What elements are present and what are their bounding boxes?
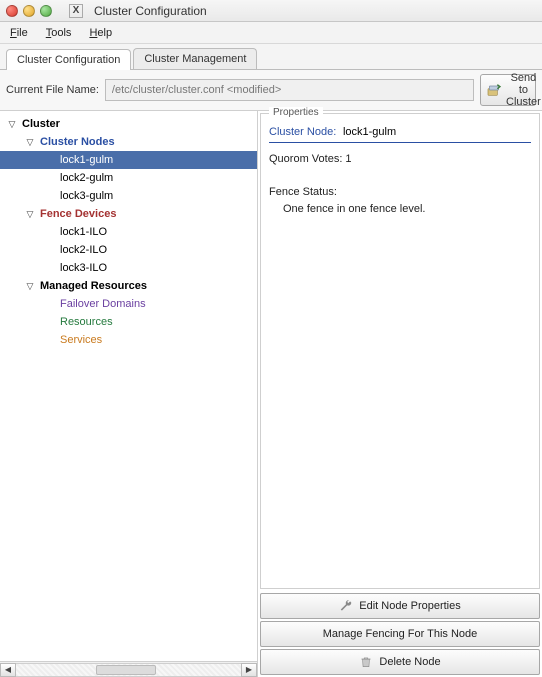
- wrench-icon: [339, 599, 353, 613]
- window-title: Cluster Configuration: [94, 4, 207, 18]
- chevron-down-icon[interactable]: ▽: [6, 119, 18, 130]
- menu-tools[interactable]: Tools: [46, 27, 72, 39]
- tree-fence-lock2-ilo[interactable]: lock2-ILO: [0, 241, 257, 259]
- cluster-tree[interactable]: ▽ Cluster ▽ Cluster Nodes lock1-gulm loc…: [0, 111, 257, 661]
- properties-body: Quorom Votes: 1 Fence Status: One fence …: [269, 151, 531, 582]
- scroll-track[interactable]: [16, 663, 241, 677]
- tree-pane: ▽ Cluster ▽ Cluster Nodes lock1-gulm loc…: [0, 111, 258, 677]
- tree-fence-lock1-ilo[interactable]: lock1-ILO: [0, 223, 257, 241]
- tree-horizontal-scrollbar[interactable]: ◀ ▶: [0, 661, 257, 677]
- fence-status-value: One fence in one fence level.: [269, 201, 531, 218]
- current-file-input[interactable]: [105, 79, 474, 101]
- tree-node-lock2-gulm[interactable]: lock2-gulm: [0, 169, 257, 187]
- properties-box: Properties Cluster Node: lock1-gulm Quor…: [260, 113, 540, 589]
- tree-node-lock3-gulm[interactable]: lock3-gulm: [0, 187, 257, 205]
- manage-fencing-button[interactable]: Manage Fencing For This Node: [260, 621, 540, 647]
- chevron-down-icon[interactable]: ▽: [24, 137, 36, 148]
- quorum-votes: Quorom Votes: 1: [269, 151, 531, 168]
- minimize-icon[interactable]: [23, 5, 35, 17]
- tree-cat-cluster-nodes[interactable]: ▽ Cluster Nodes: [0, 133, 257, 151]
- tab-cluster-configuration[interactable]: Cluster Configuration: [6, 49, 131, 70]
- menubar: File Tools Help: [0, 22, 542, 44]
- tree-managed-failover-domains[interactable]: Failover Domains: [0, 295, 257, 313]
- zoom-icon[interactable]: [40, 5, 52, 17]
- properties-pane: Properties Cluster Node: lock1-gulm Quor…: [258, 111, 542, 677]
- chevron-down-icon[interactable]: ▽: [24, 281, 36, 292]
- properties-legend: Properties: [269, 107, 323, 118]
- x11-icon: X: [69, 4, 83, 18]
- current-file-row: Current File Name: Send to Cluster: [0, 70, 542, 111]
- window-titlebar: X Cluster Configuration: [0, 0, 542, 22]
- divider: [269, 142, 531, 143]
- tree-managed-resources[interactable]: Resources: [0, 313, 257, 331]
- menu-file[interactable]: File: [10, 27, 28, 39]
- server-send-icon: [486, 82, 502, 98]
- action-buttons: Edit Node Properties Manage Fencing For …: [258, 591, 542, 677]
- scroll-thumb[interactable]: [96, 665, 156, 675]
- properties-title: Cluster Node: lock1-gulm: [269, 124, 531, 138]
- trash-icon: [359, 655, 373, 669]
- tree-root-cluster[interactable]: ▽ Cluster: [0, 115, 257, 133]
- scroll-right-icon[interactable]: ▶: [241, 663, 257, 677]
- menu-help[interactable]: Help: [89, 27, 112, 39]
- tree-fence-lock3-ilo[interactable]: lock3-ILO: [0, 259, 257, 277]
- tree-managed-services[interactable]: Services: [0, 331, 257, 349]
- tree-node-lock1-gulm[interactable]: lock1-gulm: [0, 151, 257, 169]
- scroll-left-icon[interactable]: ◀: [0, 663, 16, 677]
- send-to-cluster-button[interactable]: Send to Cluster: [480, 74, 536, 106]
- tree-cat-fence-devices[interactable]: ▽ Fence Devices: [0, 205, 257, 223]
- edit-node-properties-button[interactable]: Edit Node Properties: [260, 593, 540, 619]
- delete-node-button[interactable]: Delete Node: [260, 649, 540, 675]
- chevron-down-icon[interactable]: ▽: [24, 209, 36, 220]
- current-file-label: Current File Name:: [6, 84, 99, 96]
- tabbar: Cluster Configuration Cluster Management: [0, 44, 542, 70]
- close-icon[interactable]: [6, 5, 18, 17]
- tab-cluster-management[interactable]: Cluster Management: [133, 48, 257, 69]
- tree-cat-managed-resources[interactable]: ▽ Managed Resources: [0, 277, 257, 295]
- fence-status-label: Fence Status:: [269, 184, 531, 201]
